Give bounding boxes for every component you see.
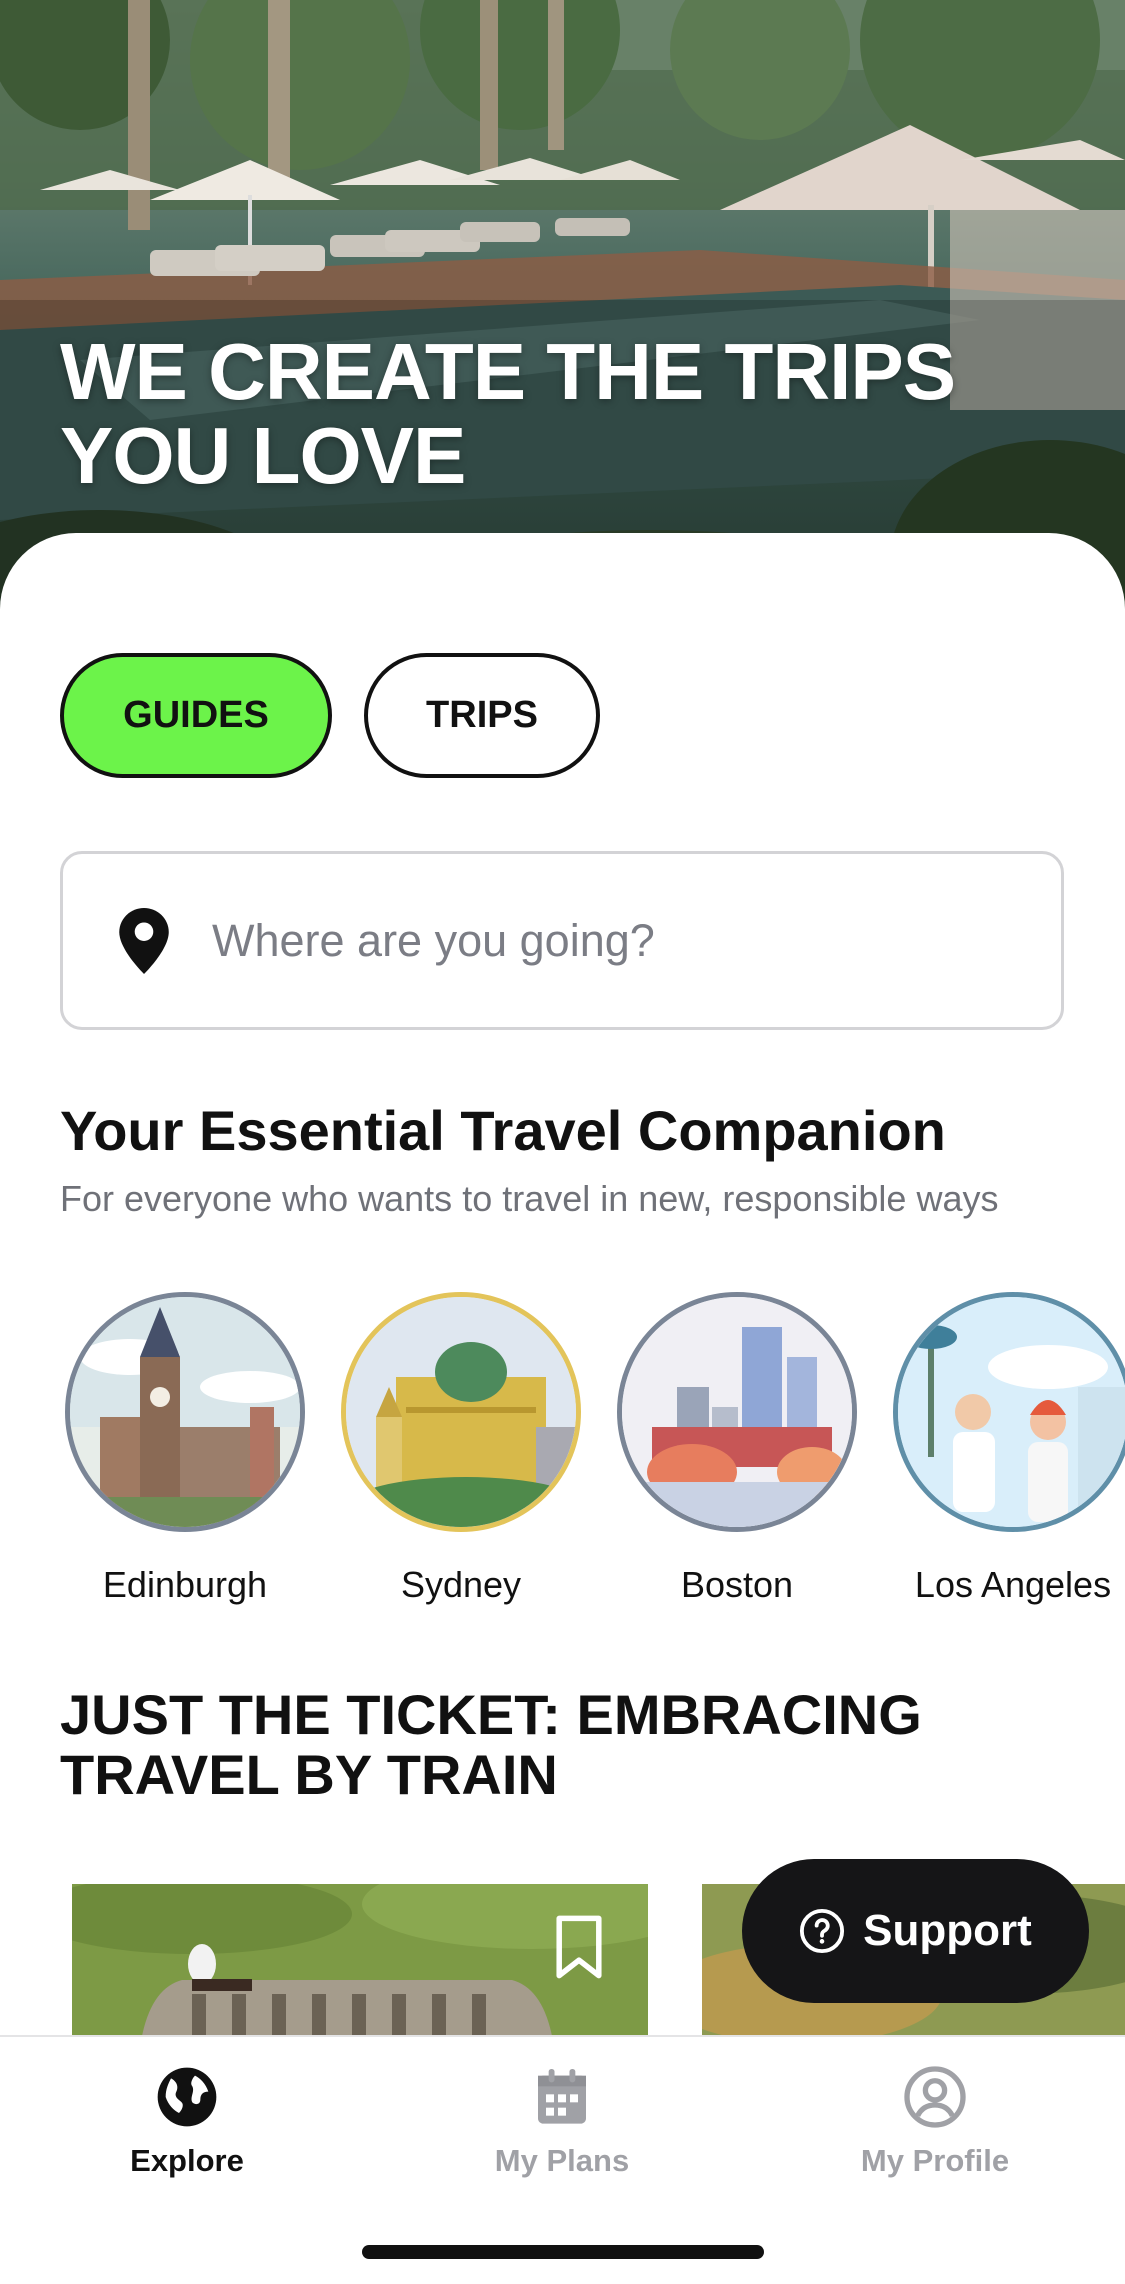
support-label: Support	[863, 1906, 1032, 1955]
nav-label: My Plans	[494, 2143, 630, 2178]
city-guides-carousel[interactable]: Edinburgh Sydney Boston Los Angeles	[0, 1292, 1125, 1622]
hero-resort-pool-image	[0, 0, 1125, 620]
home-indicator	[362, 2245, 764, 2259]
city-name: Edinburgh	[102, 1564, 268, 1605]
globe-icon	[157, 2067, 217, 2127]
city-item-boston[interactable]: Boston	[597, 1292, 877, 1606]
nav-explore[interactable]: Explore	[57, 2065, 317, 2179]
question-circle-icon	[800, 1908, 845, 1954]
article-title-line1: JUST THE TICKET: EMBRACING	[60, 1683, 922, 1746]
user-circle-icon	[904, 2066, 966, 2128]
hero-title: WE CREATE THE TRIPS YOU LOVE	[60, 330, 1060, 498]
tab-guides[interactable]: GUIDES	[60, 653, 332, 778]
edinburgh-illustration	[65, 1292, 305, 1532]
bookmark-icon[interactable]	[552, 1914, 606, 1980]
city-name: Boston	[680, 1564, 794, 1605]
hero-banner: WE CREATE THE TRIPS YOU LOVE	[0, 0, 1125, 620]
article-title-line2: TRAVEL BY TRAIN	[60, 1743, 558, 1806]
destination-search-input[interactable]: Where are you going?	[60, 851, 1064, 1030]
guides-trips-toggle: GUIDES TRIPS	[60, 653, 600, 778]
article-title: JUST THE TICKET: EMBRACING TRAVEL BY TRA…	[60, 1685, 1060, 1805]
hero-title-line2: YOU LOVE	[60, 411, 466, 500]
search-placeholder: Where are you going?	[212, 914, 655, 966]
article-card-train[interactable]	[72, 1884, 648, 2036]
companion-title: Your Essential Travel Companion	[60, 1099, 946, 1162]
boston-illustration	[617, 1292, 857, 1532]
companion-subtitle: For everyone who wants to travel in new,…	[60, 1178, 999, 1219]
calendar-icon	[538, 2069, 586, 2124]
tab-trips[interactable]: TRIPS	[364, 653, 600, 778]
nav-label: Explore	[130, 2143, 244, 2178]
nav-label: My Profile	[860, 2143, 1010, 2178]
city-name: Sydney	[400, 1564, 522, 1605]
location-pin-icon	[119, 907, 169, 974]
sydney-illustration	[341, 1292, 581, 1532]
city-item-sydney[interactable]: Sydney	[321, 1292, 601, 1606]
city-item-edinburgh[interactable]: Edinburgh	[45, 1292, 325, 1606]
support-button[interactable]: Support	[742, 1859, 1089, 2003]
nav-my-profile[interactable]: My Profile	[805, 2065, 1065, 2179]
nav-my-plans[interactable]: My Plans	[432, 2065, 692, 2179]
city-name: Los Angeles	[914, 1564, 1112, 1605]
city-item-los-angeles[interactable]: Los Angeles	[873, 1292, 1125, 1606]
los-angeles-illustration	[893, 1292, 1125, 1532]
hero-title-line1: WE CREATE THE TRIPS	[60, 327, 956, 416]
